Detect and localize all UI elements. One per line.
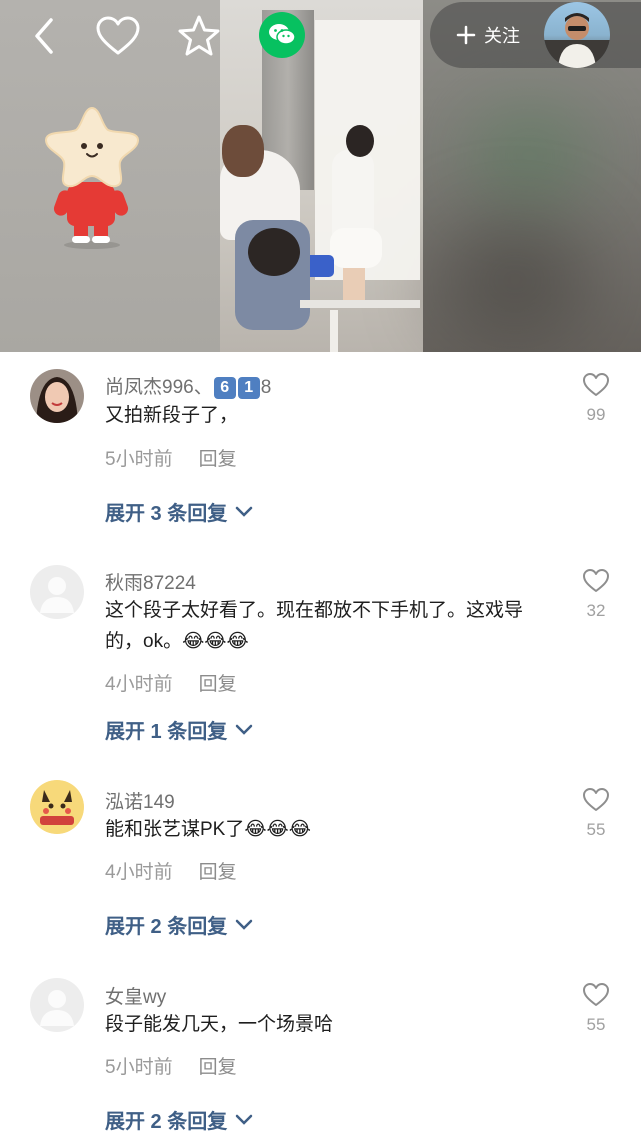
- comment-time: 4小时前: [105, 862, 173, 883]
- comment-meta: 4小时前 回复: [105, 857, 237, 884]
- commenter-avatar[interactable]: [30, 565, 84, 619]
- scene-fence: [300, 300, 420, 308]
- mascot-shoe: [92, 236, 110, 243]
- plus-icon: [456, 25, 476, 45]
- name-badge: 1: [237, 377, 260, 399]
- commenter-name[interactable]: 秋雨87224: [105, 568, 196, 595]
- chevron-down-icon: [236, 919, 253, 930]
- comment-time: 4小时前: [105, 674, 173, 695]
- back-button[interactable]: [20, 12, 68, 60]
- expand-replies-label: 展开 2 条回复: [105, 916, 228, 938]
- heart-outline-icon: [96, 16, 140, 55]
- scene-pillow: [330, 228, 382, 268]
- like-count: 32: [586, 601, 606, 620]
- star-outline-icon: [178, 15, 220, 56]
- chevron-down-icon: [236, 1114, 253, 1125]
- heart-outline-icon: [583, 788, 609, 811]
- comment-time: 5小时前: [105, 449, 173, 470]
- chevron-left-icon: [35, 18, 53, 54]
- comment-meta: 5小时前 回复: [105, 1052, 237, 1079]
- expand-replies-label: 展开 2 条回复: [105, 1111, 228, 1133]
- like-button[interactable]: 55: [580, 787, 612, 840]
- expand-replies-label: 展开 3 条回复: [105, 503, 228, 525]
- scene-child: [248, 228, 300, 276]
- heart-outline-icon: [583, 983, 609, 1006]
- name-badge: 6: [213, 377, 236, 399]
- scene-fence: [330, 310, 338, 352]
- commenter-avatar[interactable]: [30, 369, 84, 423]
- like-button[interactable]: 99: [580, 372, 612, 425]
- commenter-name-text: 8: [260, 377, 272, 398]
- reply-button[interactable]: 回复: [199, 674, 237, 695]
- commenter-avatar[interactable]: [30, 978, 84, 1032]
- avatar-cartoon: [30, 780, 84, 834]
- author-avatar[interactable]: [544, 2, 610, 68]
- scene-person: [346, 125, 374, 157]
- chevron-down-icon: [236, 724, 253, 735]
- favorite-button[interactable]: [94, 12, 142, 60]
- comment-text: 段子能发几天，一个场景哈: [105, 1014, 334, 1035]
- wechat-share-button[interactable]: [259, 12, 305, 58]
- mascot-star-head: [44, 106, 140, 188]
- scene-person: [222, 125, 264, 177]
- like-button[interactable]: 32: [580, 568, 612, 621]
- comment-text-body: 这个段子太好看了。现在都放不下手机了。这戏导的，ok。: [105, 600, 524, 652]
- blur-shape: [440, 220, 590, 340]
- reply-button[interactable]: 回复: [199, 449, 237, 470]
- commenter-name[interactable]: 女皇wy: [105, 982, 166, 1009]
- comment-meta: 4小时前 回复: [105, 669, 237, 696]
- avatar-photo: [30, 369, 84, 423]
- expand-replies-button[interactable]: 展开 1 条回复: [105, 715, 253, 744]
- comment-time: 5小时前: [105, 1057, 173, 1078]
- author-avatar-image: [544, 13, 610, 68]
- chevron-down-icon: [236, 506, 253, 517]
- commenter-name-text: 尚凤杰996、: [105, 377, 213, 398]
- commenter-avatar[interactable]: [30, 780, 84, 834]
- like-count: 99: [586, 405, 606, 424]
- collect-button[interactable]: [175, 12, 223, 60]
- reply-button[interactable]: 回复: [199, 862, 237, 883]
- reply-button[interactable]: 回复: [199, 1057, 237, 1078]
- heart-outline-icon: [583, 373, 609, 396]
- follow-button[interactable]: 关注: [456, 20, 520, 50]
- expand-replies-button[interactable]: 展开 2 条回复: [105, 910, 253, 939]
- comment-text: 能和张艺谋PK了😂😂😂: [105, 814, 545, 845]
- like-count: 55: [586, 1015, 606, 1034]
- heart-outline-icon: [583, 569, 609, 592]
- default-avatar-icon: [40, 577, 74, 613]
- default-avatar-icon: [40, 990, 74, 1026]
- comment-meta: 5小时前 回复: [105, 444, 237, 471]
- like-button[interactable]: 55: [580, 982, 612, 1035]
- like-count: 55: [586, 820, 606, 839]
- comment-text-body: 能和张艺谋PK了: [105, 819, 245, 840]
- video-player[interactable]: 关注: [0, 0, 641, 352]
- expand-replies-button[interactable]: 展开 3 条回复: [105, 497, 253, 526]
- commenter-name[interactable]: 尚凤杰996、 6 1 8: [105, 372, 271, 399]
- wechat-icon: [269, 24, 296, 45]
- expand-replies-label: 展开 1 条回复: [105, 721, 228, 743]
- emoji-laugh: 😂😂😂: [182, 631, 249, 652]
- comment-text: 又拍新段子了，: [105, 405, 239, 426]
- mascot-shoe: [72, 236, 90, 243]
- blur-shape: [470, 110, 590, 200]
- expand-replies-button[interactable]: 展开 2 条回复: [105, 1105, 253, 1134]
- comment-text: 这个段子太好看了。现在都放不下手机了。这戏导的，ok。😂😂😂: [105, 595, 545, 657]
- commenter-name[interactable]: 泓诺149: [105, 787, 175, 814]
- follow-label: 关注: [484, 26, 520, 46]
- emoji-laugh: 😂😂😂: [244, 819, 311, 840]
